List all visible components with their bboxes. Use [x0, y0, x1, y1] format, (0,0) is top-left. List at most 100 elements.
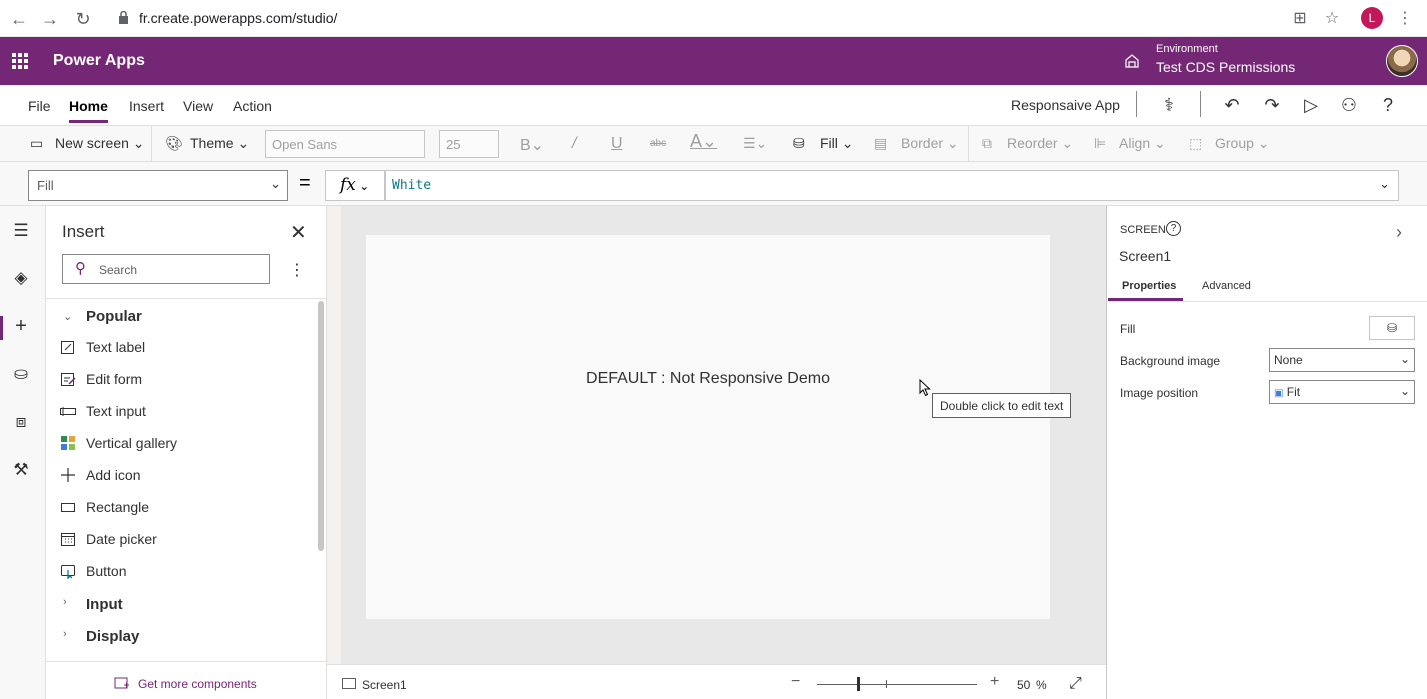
translate-icon[interactable]: ⊞	[1290, 8, 1310, 30]
control-name[interactable]: Screen1	[1119, 248, 1171, 264]
reorder-button[interactable]: Reorder ⌄	[1007, 135, 1073, 152]
menu-view[interactable]: View	[183, 98, 213, 114]
screen-tab[interactable]: Screen1	[362, 678, 407, 692]
font-color-icon[interactable]: A⌄	[690, 131, 717, 152]
app-title[interactable]: Power Apps	[53, 52, 145, 70]
insert-icon[interactable]: +	[10, 315, 32, 337]
formula-bar: Fill ⌄ = fx ⌄ White ⌄	[0, 162, 1427, 206]
app-checker-icon[interactable]: ⚕	[1158, 94, 1180, 116]
chevron-down-icon: ⌄	[270, 176, 281, 191]
play-icon[interactable]: ▷	[1300, 94, 1322, 116]
app-name[interactable]: Responsaive App	[1011, 97, 1120, 113]
group-popular[interactable]: Popular	[86, 308, 142, 325]
mouse-cursor-icon	[919, 379, 931, 397]
active-rail-indicator	[0, 316, 3, 340]
group-input[interactable]: Input	[86, 596, 123, 613]
strikethrough-icon[interactable]: abc	[650, 138, 666, 149]
reorder-label: Reorder	[1007, 135, 1058, 151]
zoom-in-icon[interactable]: +	[990, 673, 999, 691]
divider	[968, 126, 969, 162]
redo-icon[interactable]: ↷	[1261, 94, 1283, 116]
zoom-out-icon[interactable]: −	[791, 673, 800, 691]
chevron-right-icon[interactable]: ›	[63, 596, 67, 608]
menu-file[interactable]: File	[28, 98, 51, 114]
divider	[151, 126, 152, 162]
app-screen[interactable]: DEFAULT : Not Responsive Demo	[366, 235, 1050, 619]
italic-icon[interactable]: /	[572, 135, 576, 153]
group-display[interactable]: Display	[86, 628, 139, 645]
zoom-slider-thumb[interactable]	[857, 677, 860, 691]
fill-label: Fill	[820, 135, 838, 151]
help-icon[interactable]: ?	[1166, 221, 1181, 236]
ribbon-toolbar: ▭ New screen ⌄ 🎨︎ Theme ⌄ Open Sans 25 B…	[0, 125, 1427, 162]
align-button[interactable]: Align ⌄	[1119, 135, 1166, 152]
search-icon: ⚲	[75, 260, 86, 277]
group-button[interactable]: Group ⌄	[1215, 135, 1270, 152]
chevron-right-icon[interactable]: ›	[63, 628, 67, 640]
property-dropdown[interactable]: Fill ⌄	[28, 170, 288, 201]
font-family-select[interactable]: Open Sans	[265, 130, 425, 158]
get-more-components-link[interactable]: Get more components	[138, 677, 257, 691]
address-bar[interactable]: fr.create.powerapps.com/studio/	[139, 10, 337, 26]
chrome-menu-icon[interactable]: ⋮	[1395, 8, 1415, 30]
function-button[interactable]: fx ⌄	[325, 170, 385, 201]
border-button[interactable]: Border ⌄	[901, 135, 959, 152]
profile-avatar[interactable]: L	[1361, 7, 1383, 29]
calendar-icon	[61, 533, 75, 546]
menu-home[interactable]: Home	[69, 98, 108, 114]
app-launcher-icon[interactable]	[12, 53, 28, 69]
border-icon: ▤	[874, 135, 888, 151]
insert-item-label: Date picker	[86, 531, 157, 547]
undo-icon[interactable]: ↶	[1221, 94, 1243, 116]
chevron-down-icon: ⌄	[1399, 352, 1410, 366]
more-options-icon[interactable]: ⋮	[289, 260, 305, 280]
zoom-unit: %	[1036, 678, 1047, 692]
forward-icon[interactable]: →	[39, 8, 61, 30]
properties-panel: SCREEN ? › Screen1 Properties Advanced F…	[1106, 206, 1427, 699]
search-input[interactable]: ⚲ Search	[62, 254, 270, 284]
advanced-tools-icon[interactable]: ⚒	[10, 459, 32, 481]
text-align-icon[interactable]: ☰⌄	[743, 135, 767, 152]
menu-insert[interactable]: Insert	[129, 98, 164, 114]
active-tab-indicator	[69, 120, 108, 123]
close-icon[interactable]: ✕	[290, 220, 307, 245]
chevron-right-icon[interactable]: ›	[1396, 222, 1402, 243]
underline-icon[interactable]: U	[611, 135, 623, 153]
screen-icon	[342, 678, 356, 689]
back-icon[interactable]: ←	[8, 8, 30, 30]
image-position-value: Fit	[1286, 385, 1301, 399]
font-size-select[interactable]: 25	[439, 130, 499, 158]
new-screen-button[interactable]: New screen ⌄	[55, 135, 145, 152]
canvas-text-label[interactable]: DEFAULT : Not Responsive Demo	[366, 370, 1050, 388]
tab-advanced[interactable]: Advanced	[1202, 280, 1251, 292]
environment-name[interactable]: Test CDS Permissions	[1156, 59, 1295, 75]
insert-item-label: Text label	[86, 339, 146, 355]
bold-icon[interactable]: B⌄	[520, 135, 544, 155]
help-icon[interactable]: ?	[1377, 94, 1399, 116]
chevron-down-icon: ⌄	[1399, 384, 1410, 398]
star-icon[interactable]: ☆	[1322, 8, 1342, 30]
tree-view-icon[interactable]: ◈	[10, 267, 32, 289]
fill-button[interactable]: Fill ⌄	[820, 135, 854, 152]
background-image-dropdown[interactable]: None ⌄	[1269, 348, 1415, 372]
hamburger-icon[interactable]: ☰	[10, 220, 32, 242]
theme-button[interactable]: Theme ⌄	[190, 135, 249, 152]
reload-icon[interactable]: ↻	[72, 8, 94, 30]
data-icon[interactable]: ⛀	[10, 363, 32, 385]
fit-to-window-icon[interactable]: ⤢	[1069, 675, 1082, 693]
share-icon[interactable]: ⚇	[1338, 94, 1360, 116]
formula-input[interactable]: White ⌄	[385, 170, 1399, 201]
tab-properties[interactable]: Properties	[1122, 280, 1176, 292]
zoom-slider[interactable]	[817, 684, 977, 685]
image-position-dropdown[interactable]: ▣ Fit ⌄	[1269, 380, 1415, 404]
property-value: Fill	[37, 178, 54, 193]
user-avatar[interactable]	[1386, 45, 1418, 77]
browser-toolbar: ← → ↻ fr.create.powerapps.com/studio/ ⊞ …	[0, 0, 1427, 37]
fill-color-picker[interactable]: ⛁	[1369, 316, 1415, 340]
chevron-down-icon[interactable]: ⌄	[63, 310, 72, 323]
zoom-value[interactable]: 50	[1017, 678, 1030, 692]
expand-formula-icon[interactable]: ⌄	[1379, 176, 1390, 192]
media-icon[interactable]: ⧈	[10, 411, 32, 433]
menu-action[interactable]: Action	[233, 98, 272, 114]
insert-scrollbar[interactable]	[318, 301, 324, 551]
